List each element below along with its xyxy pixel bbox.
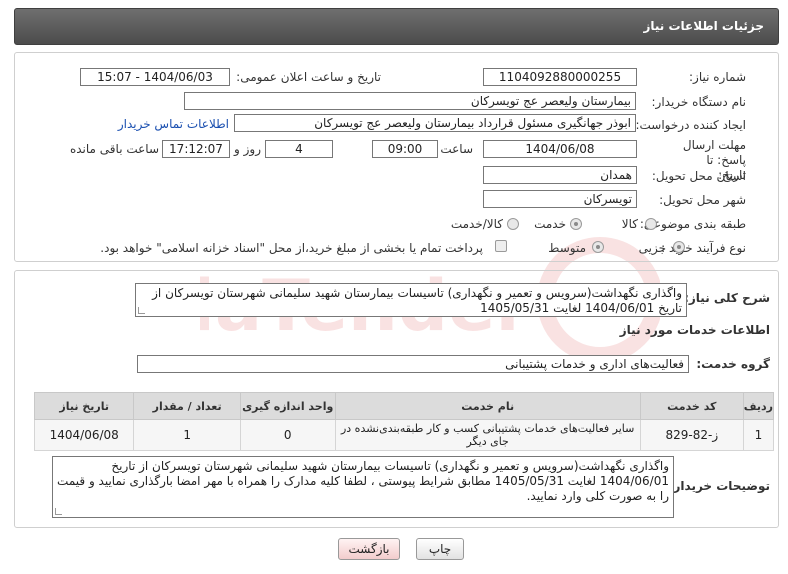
process-minor-radio[interactable] [673,241,685,253]
creator-field[interactable]: ابوذر جهانگیری مسئول قرارداد بیمارستان و… [234,114,636,132]
description-textarea[interactable]: واگذاری نگهداشت(سرویس و تعمیر و نگهداری)… [135,283,687,317]
buyer-org-label: نام دستگاه خریدار: [651,95,747,109]
resize-handle-icon[interactable] [138,307,145,314]
announce-date-label: تاریخ و ساعت اعلان عمومی: [236,70,381,84]
province-label: استان محل تحویل: [651,169,746,183]
cell-quantity: 1 [133,419,241,451]
treasury-payment-note: پرداخت تمام یا بخشی از مبلغ خرید،از محل … [100,241,483,255]
cell-service-name: سایر فعالیت‌های خدمات پشتیبانی کسب و کار… [334,419,641,451]
days-label: روز و [234,142,261,156]
col-header-date: تاریخ نیاز [33,392,135,420]
col-header-code: کد خدمت [639,392,744,420]
cell-service-code: ز-82-829 [639,419,744,451]
process-medium-radio[interactable] [592,241,604,253]
category-goods-label: کالا [621,217,638,231]
process-medium-label: متوسط [548,241,586,255]
print-button[interactable]: چاپ [416,538,464,560]
time-remaining-label: ساعت باقی مانده [69,142,159,156]
city-field[interactable]: تویسرکان [483,190,637,208]
services-table: ردیف کد خدمت نام خدمت واحد اندازه گیری ت… [33,392,775,451]
contact-info-link[interactable]: اطلاعات تماس خریدار [118,117,229,131]
description-text: واگذاری نگهداشت(سرویس و تعمیر و نگهداری)… [152,286,682,315]
deadline-time-label: ساعت [440,142,473,156]
description-label: شرح کلی نیاز: [684,291,770,305]
back-button[interactable]: بازگشت [338,538,400,560]
announce-date-field[interactable]: 1404/06/03 - 15:07 [80,68,230,86]
buyer-org-field[interactable]: بیمارستان ولیعصر عج تویسرکان [184,92,636,110]
days-remaining-field[interactable]: 4 [265,140,333,158]
page-header: جزئیات اطلاعات نیاز [14,8,779,45]
need-number-label: شماره نیاز: [689,70,746,84]
category-goods-service-label: کالا/خدمت [450,217,503,231]
services-section-title: اطلاعات خدمات مورد نیاز [619,323,770,337]
need-number-field[interactable]: 1104092880000255 [483,68,637,86]
category-service-radio[interactable] [570,218,582,230]
treasury-payment-checkbox[interactable] [495,240,507,252]
category-goods-service-radio[interactable] [507,218,519,230]
buyer-notes-text: واگذاری نگهداشت(سرویس و تعمیر و نگهداری)… [57,459,669,503]
deadline-date-field[interactable]: 1404/06/08 [483,140,637,158]
service-group-field[interactable]: فعالیت‌های اداری و خدمات پشتیبانی [137,355,689,373]
page-title: جزئیات اطلاعات نیاز [643,19,764,33]
cell-unit: 0 [239,419,336,451]
cell-need-date: 1404/06/08 [33,419,135,451]
col-header-name: نام خدمت [334,392,641,420]
category-service-label: خدمت [534,217,566,231]
buyer-notes-label: توضیحات خریدار: [668,479,770,493]
cell-row-number: 1 [742,419,775,451]
deadline-time-field[interactable]: 09:00 [372,140,438,158]
col-header-quantity: تعداد / مقدار [133,392,241,420]
col-header-unit: واحد اندازه گیری [239,392,336,420]
creator-label: ایجاد کننده درخواست: [635,118,746,132]
resize-handle-icon[interactable] [55,508,62,515]
buyer-notes-textarea[interactable]: واگذاری نگهداشت(سرویس و تعمیر و نگهداری)… [52,456,674,518]
table-row[interactable]: 1 ز-82-829 سایر فعالیت‌های خدمات پشتیبان… [33,419,775,451]
time-remaining-field[interactable]: 17:12:07 [162,140,230,158]
service-group-label: گروه خدمت: [696,357,770,371]
province-field[interactable]: همدان [483,166,637,184]
category-goods-radio[interactable] [645,218,657,230]
process-minor-label: جزیی [638,241,666,255]
city-label: شهر محل تحویل: [659,193,746,207]
col-header-row: ردیف [742,392,775,420]
